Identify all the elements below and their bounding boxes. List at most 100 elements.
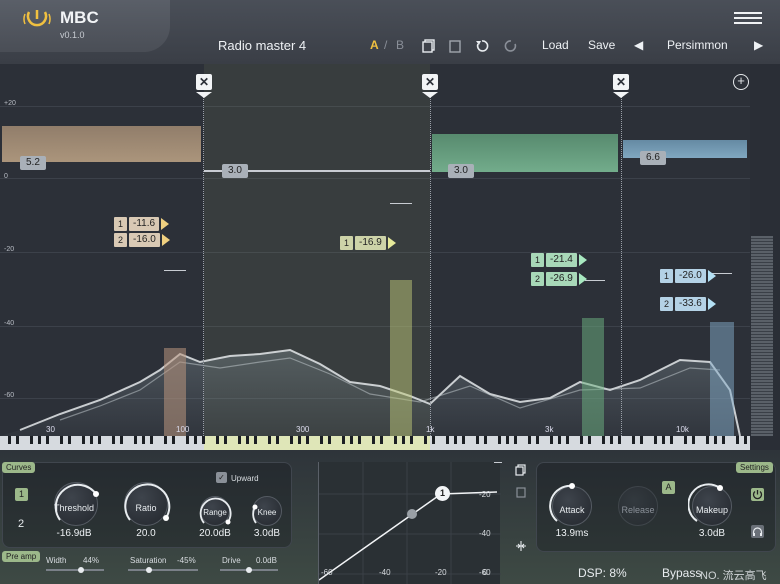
drive-label: Drive (222, 556, 241, 565)
load-button[interactable]: Load (542, 38, 569, 52)
band-2-ratio-value[interactable]: 3.0 (222, 164, 248, 178)
next-preset-arrow-icon[interactable]: ▶ (754, 38, 763, 52)
band-4-ratio-value[interactable]: 6.6 (640, 151, 666, 165)
upward-checkbox-icon[interactable]: ✓ (216, 472, 227, 483)
freq-label-30: 30 (46, 425, 55, 434)
band-3-ratio-value[interactable]: 3.0 (448, 164, 474, 178)
compress-arrows-icon[interactable] (515, 540, 527, 552)
threshold-value[interactable]: -33.6 (675, 296, 706, 311)
watermark: NO. 流云高飞 (700, 570, 767, 582)
paste-curve-icon[interactable] (515, 486, 527, 498)
transfer-x-label-minus40: -40 (379, 568, 391, 577)
redo-icon[interactable] (504, 39, 518, 53)
settings-tag[interactable]: Settings (736, 462, 773, 473)
copy-curve-icon[interactable] (515, 464, 527, 476)
threshold-number: 2 (531, 271, 544, 286)
headphones-solo-icon[interactable] (751, 525, 764, 538)
band-1-threshold-2[interactable]: 2 -16.0 (114, 232, 170, 247)
piano-keyboard-axis[interactable] (0, 426, 750, 450)
band-split-1-line[interactable] (203, 96, 204, 436)
curve-node-1[interactable]: 1 (435, 486, 450, 501)
band-2-threshold-1[interactable]: 1 -16.9 (340, 235, 396, 250)
band-split-2-line[interactable] (430, 96, 431, 436)
curve-2-button[interactable]: 2 (18, 518, 24, 530)
ab-b-button[interactable]: B (396, 38, 404, 52)
drive-slider-handle[interactable] (246, 567, 252, 573)
threshold-arrow-icon[interactable] (387, 236, 396, 249)
threshold-arrow-icon[interactable] (161, 233, 170, 246)
remove-split-1-icon[interactable]: ✕ (196, 74, 212, 90)
threshold-value: -16.9dB (56, 528, 92, 539)
previous-preset-arrow-icon[interactable]: ◀ (634, 38, 643, 52)
width-value: 44% (83, 556, 100, 565)
saturation-value: -45% (177, 556, 196, 565)
threshold-arrow-icon[interactable] (578, 272, 587, 285)
auto-release-button[interactable]: A (662, 481, 675, 494)
curve-1-button[interactable]: 1 (15, 488, 28, 501)
band-power-icon[interactable] (751, 488, 764, 501)
band-1-threshold-1[interactable]: 1 -11.6 (114, 216, 170, 231)
remove-split-3-icon[interactable]: ✕ (613, 74, 629, 90)
preset-name[interactable]: Radio master 4 (218, 38, 306, 53)
freq-label-3k: 3k (545, 425, 554, 434)
threshold-arrow-icon[interactable] (578, 253, 587, 266)
threshold-number: 2 (660, 296, 673, 311)
preset-browser[interactable]: Persimmon (667, 38, 728, 52)
attack-value: 13.9ms (555, 528, 589, 539)
threshold-number: 1 (114, 216, 127, 231)
saturation-slider[interactable] (128, 569, 198, 571)
split-2-handle-icon[interactable] (422, 92, 438, 98)
band-1-level-tick (164, 270, 186, 271)
add-band-plus-icon[interactable]: + (733, 74, 749, 90)
transfer-y-label-minus40: -40 (479, 529, 491, 538)
width-slider-handle[interactable] (78, 567, 84, 573)
logo-tab: MBC v0.1.0 (0, 0, 170, 52)
band-2-level-tick (390, 203, 412, 204)
undo-icon[interactable] (475, 39, 489, 53)
range-label: Range (203, 508, 227, 517)
knee-label: Knee (257, 508, 277, 517)
transfer-curve-display[interactable]: 1 -20 -40 -60 -60 -40 -20 0 (318, 462, 501, 584)
threshold-value[interactable]: -21.4 (546, 252, 577, 267)
threshold-arrow-icon[interactable] (707, 297, 716, 310)
saturation-slider-handle[interactable] (146, 567, 152, 573)
freq-label-300: 300 (296, 425, 310, 434)
bypass-button[interactable]: Bypass (662, 566, 701, 580)
transfer-x-label-minus60: -60 (321, 568, 333, 577)
freq-label-10k: 10k (676, 425, 689, 434)
threshold-value[interactable]: -26.9 (546, 271, 577, 286)
band-4-threshold-2[interactable]: 2 -33.6 (660, 296, 716, 311)
dsp-usage: DSP: 8% (578, 566, 627, 580)
band-1-gain-reduction-bar (164, 348, 186, 436)
threshold-value[interactable]: -11.6 (129, 216, 160, 231)
knee-value: 3.0dB (253, 528, 281, 539)
hamburger-menu-icon[interactable] (734, 12, 762, 26)
split-3-handle-icon[interactable] (613, 92, 629, 98)
makeup-label: Makeup (695, 505, 729, 515)
transfer-x-label-minus20: -20 (435, 568, 447, 577)
ab-a-button[interactable]: A (370, 38, 379, 52)
threshold-value[interactable]: -16.9 (355, 235, 386, 250)
band-3-threshold-2[interactable]: 2 -26.9 (531, 271, 587, 286)
band-split-3-line[interactable] (621, 96, 622, 436)
paste-icon[interactable] (448, 39, 462, 53)
power-logo-icon (23, 10, 51, 27)
saturation-label: Saturation (130, 556, 167, 565)
band-3-level-tick (585, 280, 605, 281)
width-slider[interactable] (46, 569, 104, 571)
save-button[interactable]: Save (588, 38, 615, 52)
copy-icon[interactable] (422, 39, 436, 53)
ratio-label: Ratio (135, 503, 157, 513)
band-1-ratio-value[interactable]: 5.2 (20, 156, 46, 170)
band-4-threshold-1[interactable]: 1 -26.0 (660, 268, 716, 283)
split-1-handle-icon[interactable] (196, 92, 212, 98)
band-3-threshold-1[interactable]: 1 -21.4 (531, 252, 587, 267)
upward-label[interactable]: Upward (231, 474, 259, 483)
band-display[interactable]: +20 0 -20 -40 -60 5.2 3.0 3.0 6.6 ✕ ✕ ✕ (0, 64, 750, 436)
threshold-arrow-icon[interactable] (707, 269, 716, 282)
band-4-gain-reduction-bar (710, 322, 734, 436)
remove-split-2-icon[interactable]: ✕ (422, 74, 438, 90)
threshold-value[interactable]: -16.0 (129, 232, 160, 247)
threshold-value[interactable]: -26.0 (675, 268, 706, 283)
threshold-arrow-icon[interactable] (161, 217, 170, 230)
